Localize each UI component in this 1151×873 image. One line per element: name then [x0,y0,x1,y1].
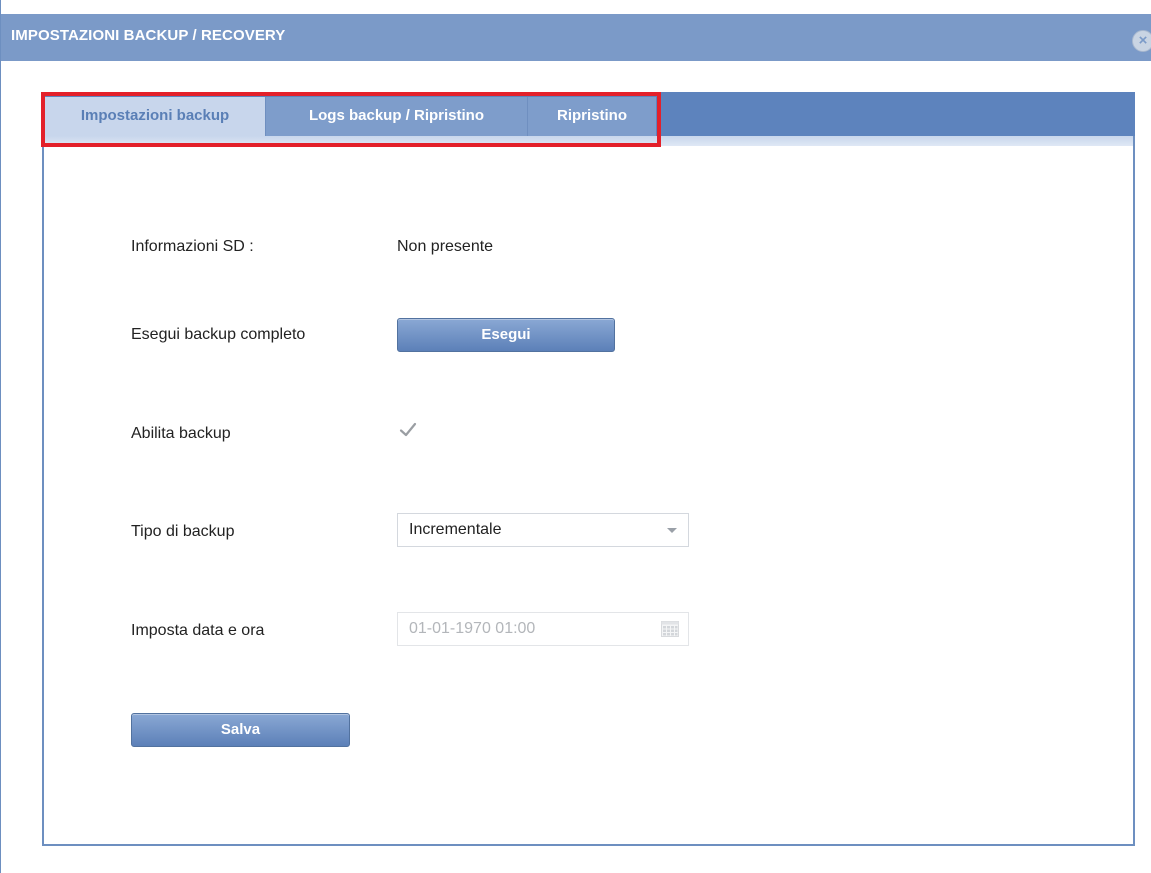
tab-list: Impostazioni backup Logs backup / Ripris… [45,97,656,136]
datetime-field[interactable] [397,612,689,646]
backup-type-label: Tipo di backup [131,523,235,540]
tab-impostazioni-backup[interactable]: Impostazioni backup [45,97,266,136]
tab-ripristino[interactable]: Ripristino [528,97,656,136]
datetime-input[interactable] [398,613,648,645]
sd-info-label: Informazioni SD : [131,238,254,255]
tab-logs-backup-ripristino[interactable]: Logs backup / Ripristino [266,97,528,136]
dialog-title: IMPOSTAZIONI BACKUP / RECOVERY [11,27,286,44]
calendar-icon[interactable] [661,621,679,637]
save-button[interactable]: Salva [131,713,350,747]
chevron-down-icon [667,528,677,533]
checkmark-icon [399,422,417,437]
backup-type-selected: Incrementale [409,521,502,538]
backup-type-select[interactable]: Incrementale [397,513,689,547]
datetime-label: Imposta data e ora [131,622,265,639]
close-icon[interactable]: × [1132,30,1151,52]
dialog-window: IMPOSTAZIONI BACKUP / RECOVERY × Imposta… [0,0,1151,873]
title-bar: IMPOSTAZIONI BACKUP / RECOVERY × [1,14,1151,61]
enable-backup-checkbox[interactable] [399,421,417,439]
full-backup-label: Esegui backup completo [131,326,306,343]
run-backup-button[interactable]: Esegui [397,318,615,352]
panel-top-strip [42,136,1135,146]
enable-backup-label: Abilita backup [131,425,231,442]
sd-info-value: Non presente [397,238,494,255]
